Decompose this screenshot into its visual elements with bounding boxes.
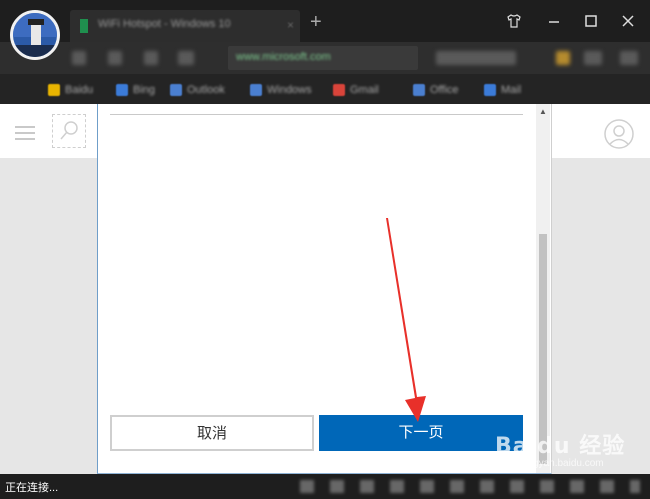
stop-icon[interactable] [144, 51, 158, 65]
new-tab-button[interactable]: + [310, 12, 322, 32]
bookmark-favicon-icon [250, 84, 262, 96]
title-bar: WiFi Hotspot - Windows 10 × + [0, 0, 650, 42]
bookmark-favicon-icon [413, 84, 425, 96]
bookmark-favicon-icon [48, 84, 60, 96]
refresh-icon[interactable] [178, 51, 194, 65]
dialog-scrollbar[interactable]: ▲ [536, 104, 550, 473]
minimize-icon[interactable] [543, 10, 565, 32]
setup-dialog: 取消 下一页 ▲ [97, 104, 552, 474]
browser-toolbar: www.microsoft.com [0, 42, 650, 74]
user-account-icon[interactable] [603, 118, 635, 155]
bookmark-favicon-icon [333, 84, 345, 96]
shirt-icon[interactable] [503, 10, 525, 32]
extension-icon[interactable] [556, 51, 570, 65]
status-text: 正在连接... [5, 482, 59, 494]
tab-title: WiFi Hotspot - Windows 10 [98, 18, 231, 30]
close-icon[interactable] [617, 10, 639, 32]
status-bar-icons[interactable] [300, 480, 640, 493]
cancel-button[interactable]: 取消 [110, 415, 314, 451]
bookmark-favicon-icon [170, 84, 182, 96]
tab-close-icon[interactable]: × [287, 18, 294, 32]
browser-tab[interactable]: WiFi Hotspot - Windows 10 × [70, 10, 300, 42]
bookmark-favicon-icon [484, 84, 496, 96]
bookmark-item[interactable]: Windows [250, 82, 312, 98]
profile-avatar[interactable] [10, 10, 60, 60]
next-page-button[interactable]: 下一页 [319, 415, 523, 451]
extension-icon[interactable] [584, 51, 602, 65]
bookmark-item[interactable]: Mail [484, 82, 521, 98]
tab-favicon-icon [80, 19, 88, 33]
bookmarks-bar: Baidu Bing Outlook Windows Gmail Office … [0, 74, 650, 104]
forward-icon[interactable] [108, 51, 122, 65]
address-text: www.microsoft.com [236, 51, 331, 63]
bookmark-item[interactable]: Outlook [170, 82, 225, 98]
bookmark-item[interactable]: Baidu [48, 82, 93, 98]
back-icon[interactable] [72, 51, 86, 65]
bookmark-item[interactable]: Office [413, 82, 459, 98]
search-icon [60, 121, 78, 140]
baidu-watermark: Baidu 经验 jingyan.baidu.com [495, 428, 625, 469]
watermark-brand: Baidu 经验 [495, 434, 626, 459]
bookmark-item[interactable]: Bing [116, 82, 155, 98]
menu-icon[interactable] [620, 51, 638, 65]
search-button[interactable] [52, 114, 86, 148]
scroll-up-arrow-icon[interactable]: ▲ [536, 106, 550, 118]
hamburger-menu-icon[interactable] [15, 126, 35, 144]
bookmark-item[interactable]: Gmail [333, 82, 379, 98]
bookmark-favicon-icon [116, 84, 128, 96]
address-bar[interactable]: www.microsoft.com [228, 46, 418, 70]
dialog-divider [110, 114, 523, 115]
search-engine-selector[interactable] [436, 51, 516, 65]
maximize-icon[interactable] [580, 10, 602, 32]
status-bar: 正在连接... [0, 474, 650, 499]
